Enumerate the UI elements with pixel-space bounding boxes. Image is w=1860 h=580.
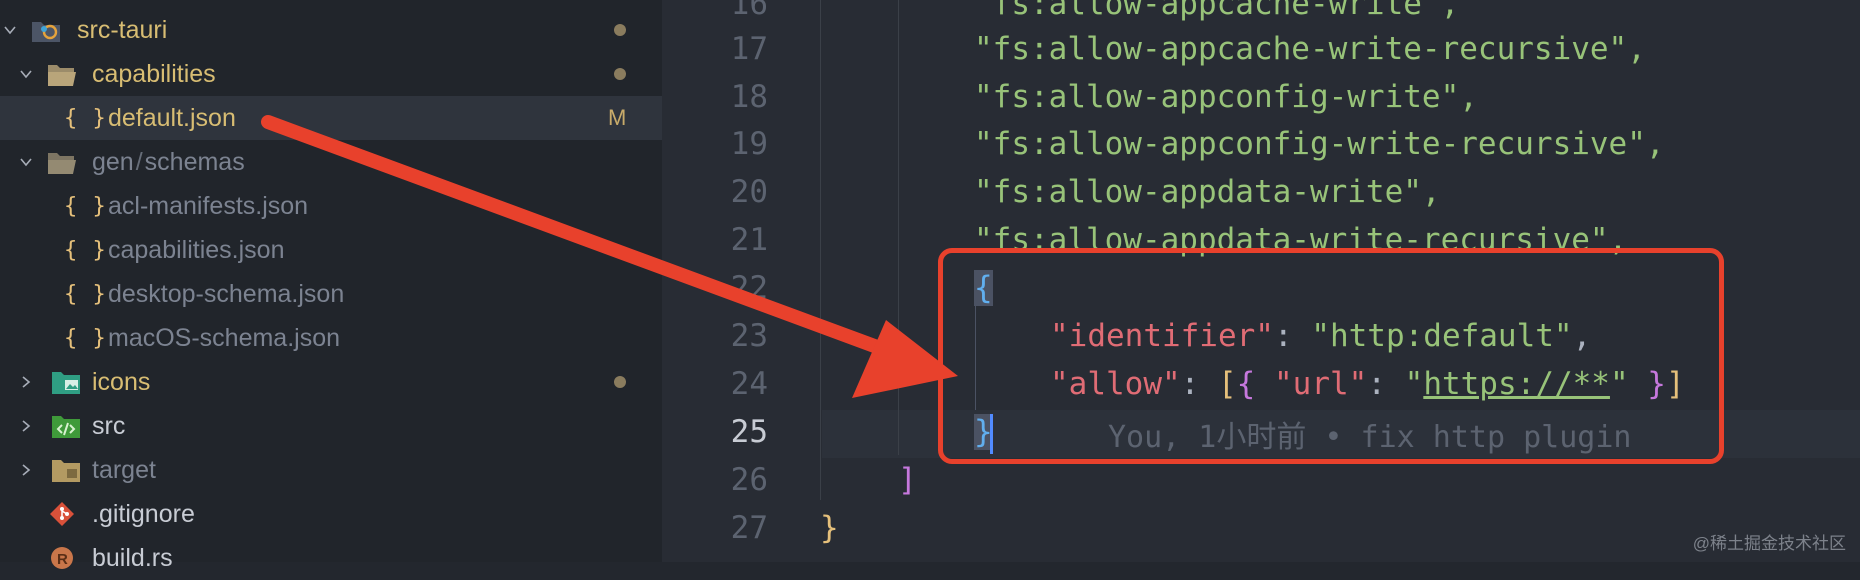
tree-item-target[interactable]: target (0, 448, 662, 492)
rust-icon: R (46, 542, 78, 574)
tree-item-label: icons (92, 367, 151, 396)
git-status-dot (614, 376, 626, 388)
tree-item-label: acl-manifests.json (108, 191, 309, 220)
svg-text:R: R (57, 551, 68, 568)
json-braces-icon: { } (64, 281, 107, 307)
json-braces-icon: { } (64, 325, 107, 351)
git-status-dot (614, 68, 626, 80)
tree-item-label: target (92, 455, 156, 484)
code-line-26: ] (898, 462, 917, 498)
tree-item-capabilities[interactable]: capabilities (0, 52, 662, 96)
tree-item-label: gen/schemas (92, 147, 245, 176)
json-braces-icon: { } (64, 193, 107, 219)
tree-item-label: capabilities (92, 59, 216, 88)
code-line-19: "fs:allow-appconfig-write-recursive", (974, 126, 1665, 162)
line-number: 27 (730, 510, 768, 546)
git-modified-badge: M (608, 105, 627, 130)
tree-item-macos-schema-json[interactable]: { } macOS-schema.json (0, 316, 662, 360)
tree-item-src[interactable]: src (0, 404, 662, 448)
json-braces-icon: { } (64, 105, 107, 131)
line-number-active: 25 (730, 414, 768, 450)
tree-item-gen-schemas[interactable]: gen/schemas (0, 140, 662, 184)
line-number: 23 (730, 318, 768, 354)
tree-item-label: src-tauri (77, 15, 168, 44)
tree-item-label: capabilities.json (108, 235, 285, 264)
chevron-down-icon[interactable] (0, 20, 20, 40)
watermark: @稀土掘金技术社区 (1692, 534, 1846, 553)
tree-item-label: default.json (108, 103, 236, 132)
git-icon (46, 498, 78, 530)
line-number: 24 (730, 366, 768, 402)
tree-item-acl-manifests-json[interactable]: { } acl-manifests.json (0, 184, 662, 228)
file-explorer: src-tauri capabilities { } default.json … (0, 0, 662, 572)
target-folder-icon (50, 454, 82, 486)
src-folder-icon (50, 410, 82, 442)
chevron-right-icon[interactable] (16, 416, 36, 436)
images-folder-icon (50, 366, 82, 398)
tree-item-gitignore[interactable]: .gitignore (0, 492, 662, 536)
indent-guide (820, 0, 821, 500)
line-number: 16 (730, 0, 768, 22)
tree-item-label: src (92, 411, 126, 440)
tree-item-icons[interactable]: icons (0, 360, 662, 404)
tree-item-label: macOS-schema.json (108, 323, 341, 352)
code-line-17: "fs:allow-appcache-write-recursive", (974, 31, 1646, 67)
chevron-down-icon[interactable] (16, 64, 36, 84)
folder-open-icon (46, 146, 78, 178)
line-number: 19 (730, 126, 768, 162)
line-number: 20 (730, 174, 768, 210)
folder-open-icon (46, 58, 78, 90)
chevron-right-icon[interactable] (16, 460, 36, 480)
tree-item-label: desktop-schema.json (108, 279, 345, 308)
annotation-highlight-box (938, 248, 1724, 464)
tree-item-label: .gitignore (92, 499, 195, 528)
tauri-folder-icon (30, 14, 62, 46)
code-line-20: "fs:allow-appdata-write", (974, 174, 1441, 210)
tree-item-default-json[interactable]: { } default.json M (0, 96, 662, 140)
line-number: 26 (730, 462, 768, 498)
tree-item-label: build.rs (92, 543, 173, 572)
indent-guide (898, 0, 899, 455)
code-line-18: "fs:allow-appconfig-write", (974, 79, 1478, 115)
git-status-dot (614, 24, 626, 36)
tree-item-desktop-schema-json[interactable]: { } desktop-schema.json (0, 272, 662, 316)
chevron-right-icon[interactable] (16, 372, 36, 392)
line-number: 21 (730, 222, 768, 258)
tree-item-src-tauri[interactable]: src-tauri (0, 8, 662, 52)
tree-item-capabilities-json[interactable]: { } capabilities.json (0, 228, 662, 272)
code-line-27: } (820, 510, 839, 546)
line-number: 17 (730, 31, 768, 67)
line-number: 18 (730, 79, 768, 115)
json-braces-icon: { } (64, 237, 107, 263)
code-line-16: "fs:allow-appcache-write", (974, 0, 1460, 22)
line-number: 22 (730, 270, 768, 306)
tree-item-build-rs[interactable]: R build.rs (0, 536, 662, 580)
chevron-down-icon[interactable] (16, 152, 36, 172)
